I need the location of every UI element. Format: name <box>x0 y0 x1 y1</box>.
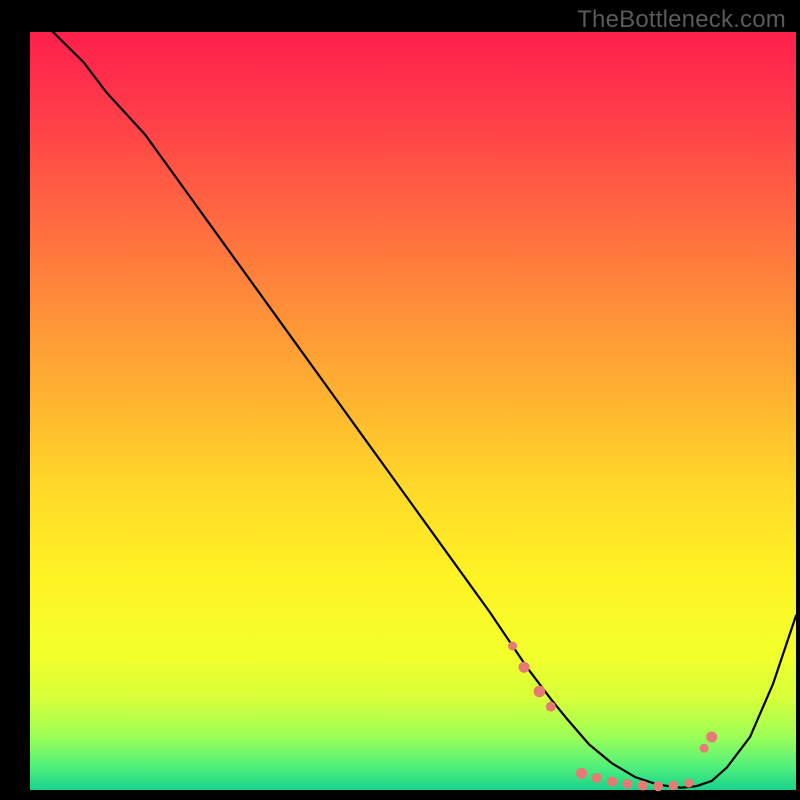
curve-marker <box>607 777 617 787</box>
curve-marker <box>638 780 648 790</box>
curve-marker <box>519 662 530 673</box>
plot-background <box>30 32 796 790</box>
curve-marker <box>700 744 709 753</box>
curve-marker <box>669 781 679 791</box>
curve-marker <box>592 773 602 783</box>
curve-marker <box>508 641 517 650</box>
curve-marker <box>622 779 632 789</box>
chart-frame: TheBottleneck.com <box>0 0 800 800</box>
curve-marker <box>546 702 556 712</box>
curve-marker <box>576 768 587 779</box>
curve-marker <box>706 731 717 742</box>
curve-marker <box>684 779 693 788</box>
curve-marker <box>653 781 663 791</box>
bottleneck-chart <box>0 0 800 800</box>
curve-marker <box>534 686 546 698</box>
watermark-text: TheBottleneck.com <box>577 6 786 34</box>
